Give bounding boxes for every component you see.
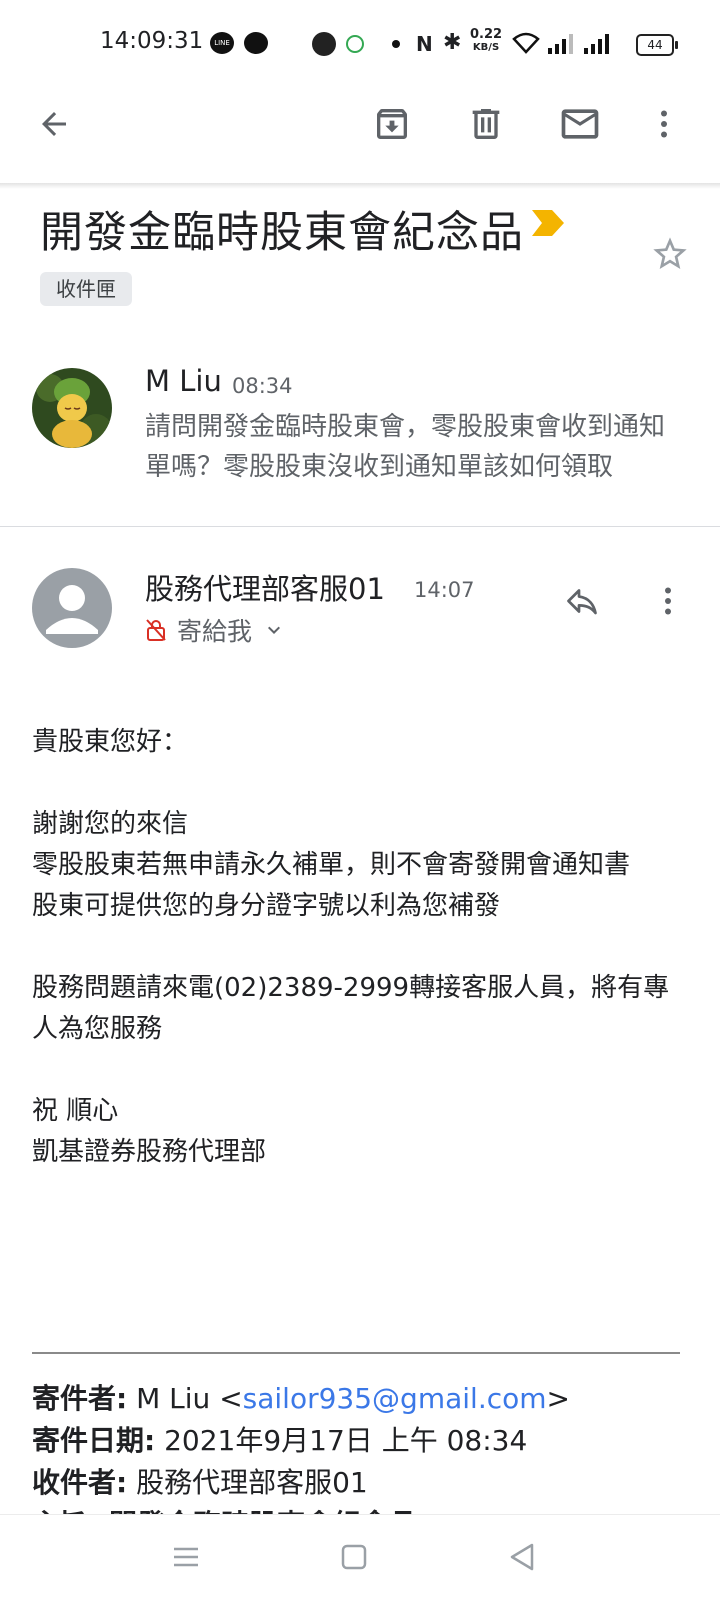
body-line: 股務問題請來電(02)2389-2999轉接客服人員，將有專人為您服務 [32, 973, 670, 1044]
archive-icon [377, 109, 407, 139]
menu-lines-icon [174, 1547, 198, 1567]
starbucks-app-icon [312, 32, 336, 56]
delete-button[interactable] [458, 96, 514, 152]
notification-dot-icon [392, 40, 400, 48]
chevron-down-icon [268, 626, 281, 634]
message-sender-name: 股務代理部客服01 [145, 572, 385, 606]
back-button[interactable] [26, 96, 82, 152]
back-nav-button[interactable] [504, 1539, 540, 1575]
lock-warning-icon [146, 619, 166, 641]
line-app-icon: LINE [210, 32, 234, 54]
email-subject: 開發金臨時股東會紀念品 [40, 208, 524, 258]
archive-button[interactable] [364, 96, 420, 152]
quoted-from-end: > [546, 1382, 570, 1415]
quoted-date-value: 2021年9月17日 上午 08:34 [164, 1424, 528, 1457]
message-snippet[interactable]: 請問開發金臨時股東會，零股股東會收到通知單嗎？零股股東沒收到通知單該如何領取 [145, 407, 685, 487]
top-app-bar [0, 80, 720, 184]
person-icon [46, 585, 98, 634]
importance-marker-icon[interactable] [530, 208, 566, 238]
body-greeting: 貴股東您好： [32, 727, 189, 757]
message-time: 08:34 [232, 374, 293, 398]
system-navigation-bar [0, 1514, 720, 1601]
nfc-icon: N [416, 32, 433, 56]
bluetooth-icon: ✱ [443, 30, 462, 55]
wifi-icon [512, 32, 540, 54]
quoted-from-email-link[interactable]: sailor935@gmail.com [243, 1382, 547, 1415]
star-button[interactable] [650, 234, 690, 278]
quoted-date-label: 寄件日期: [32, 1424, 156, 1457]
quoted-to-value: 股務代理部客服01 [136, 1466, 368, 1499]
network-speed: 0.22 KB/S [470, 28, 502, 54]
body-line: 謝謝您的來信 [32, 809, 189, 839]
arrow-back-icon [42, 112, 66, 136]
quoted-from-label: 寄件者: [32, 1382, 128, 1415]
body-signature: 凱基證券股務代理部 [32, 1137, 267, 1167]
green-app-icon [346, 35, 364, 53]
message-sender-name: M Liu [145, 364, 222, 398]
alarm-app-icon [244, 32, 268, 54]
status-time: 14:09:31 [100, 28, 204, 54]
trash-icon [472, 109, 500, 139]
battery-indicator: 44 [636, 34, 678, 56]
square-home-icon [341, 1544, 367, 1570]
quoted-to-label: 收件者: [32, 1466, 128, 1499]
sender-avatar-photo[interactable] [32, 368, 112, 448]
body-line: 股東可提供您的身分證字號以利為您補發 [32, 891, 501, 921]
message-divider [0, 526, 720, 527]
message-time: 14:07 [414, 578, 475, 602]
more-options-button[interactable] [636, 96, 692, 152]
avatar-photo-image [32, 368, 112, 448]
reply-button[interactable] [564, 583, 600, 619]
recipient-details-toggle[interactable]: 寄給我 [145, 612, 286, 648]
body-line: 零股股東若無申請永久補單，則不會寄發開會通知書 [32, 850, 631, 880]
recipient-label: 寄給我 [177, 617, 253, 646]
signal-icon-2 [584, 34, 609, 54]
sender-avatar-default[interactable] [32, 568, 112, 648]
more-vert-icon [665, 587, 671, 615]
app-bar-shadow [0, 183, 720, 189]
mail-icon [561, 109, 599, 139]
message-body: 貴股東您好： 謝謝您的來信 零股股東若無申請永久補單，則不會寄發開會通知書 股東… [32, 722, 682, 1173]
quoted-from-name: M Liu < [136, 1382, 243, 1415]
quoted-date-row: 寄件日期: 2021年9月17日 上午 08:34 [32, 1420, 692, 1462]
body-closing: 祝 順心 [32, 1096, 119, 1126]
home-button[interactable] [336, 1539, 372, 1575]
reply-icon [567, 589, 597, 615]
inbox-label-chip[interactable]: 收件匣 [40, 272, 132, 306]
more-vert-icon [661, 110, 667, 138]
star-icon [653, 237, 687, 269]
message-more-button[interactable] [650, 583, 686, 619]
network-speed-value: 0.22 [470, 27, 503, 42]
recents-button[interactable] [168, 1539, 204, 1575]
triangle-back-icon [510, 1543, 534, 1571]
quoted-to-row: 收件者: 股務代理部客服01 [32, 1462, 692, 1504]
quote-divider [32, 1352, 680, 1354]
signal-icon-1 [548, 34, 573, 54]
network-speed-unit: KB/S [472, 42, 500, 53]
quoted-from-row: 寄件者: M Liu <sailor935@gmail.com> [32, 1378, 692, 1420]
mark-unread-button[interactable] [552, 96, 608, 152]
